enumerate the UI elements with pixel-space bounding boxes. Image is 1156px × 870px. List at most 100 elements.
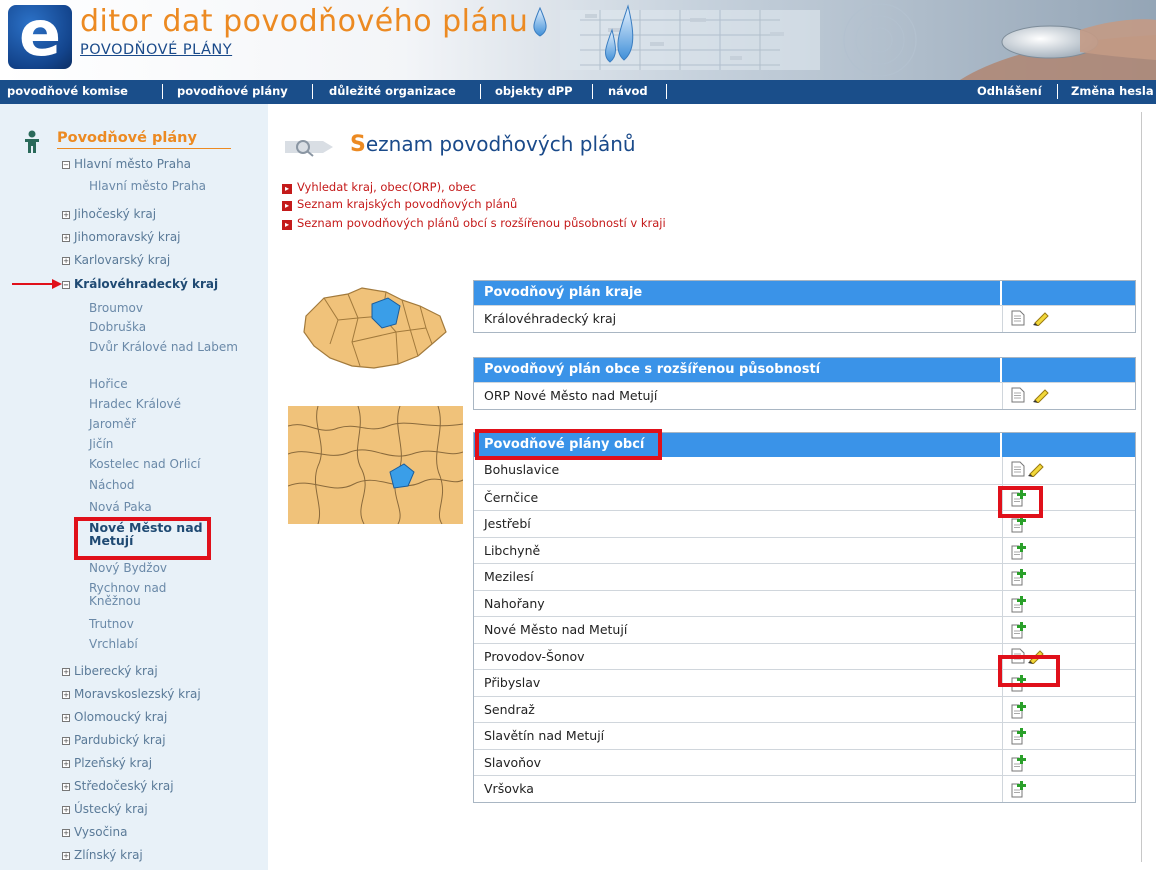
nav-dulezite-organizace[interactable]: důležité organizace [329, 84, 456, 98]
tree-child-broumov[interactable]: Broumov [89, 302, 143, 315]
link-seznam-krajskych[interactable]: ▸ Seznam krajských povodňových plánů [282, 197, 517, 211]
tree-child-dobruska[interactable]: Dobruška [89, 321, 146, 334]
tree-child-jicin[interactable]: Jičín [89, 438, 113, 451]
tree-region-plzensky[interactable]: + Plzeňský kraj [62, 756, 152, 770]
row-name: Bohuslavice [484, 462, 560, 477]
app-title: ditor dat povodňového plánu [80, 4, 529, 39]
arrow-right-icon: ▸ [282, 184, 292, 194]
link-seznam-orp[interactable]: ▸ Seznam povodňových plánů obcí s rozšíře… [282, 216, 666, 230]
row-name: Vršovka [484, 781, 534, 796]
row-actions [1011, 310, 1050, 328]
arrow-right-icon: ▸ [282, 220, 292, 230]
nav-odhlaseni[interactable]: Odhlášení [977, 84, 1042, 98]
row-actions [1011, 701, 1027, 719]
highlight-box-edit-icons [998, 655, 1060, 687]
row-actions [1011, 387, 1050, 405]
table-row: Vršovka [474, 775, 1135, 802]
row-actions [1011, 595, 1027, 613]
person-icon [25, 130, 39, 153]
add-document-icon[interactable] [1011, 542, 1027, 560]
highlight-box-sidebar [74, 517, 211, 560]
table-row: Královéhradecký kraj [474, 305, 1135, 332]
row-actions [1011, 542, 1027, 560]
tree-region-praha[interactable]: − Hlavní město Praha [62, 157, 191, 171]
row-name: Mezilesí [484, 569, 534, 584]
table-header: Povodňový plán kraje [474, 281, 1002, 305]
tree-child-rychnov[interactable]: Rychnov nad Kněžnou [89, 582, 199, 608]
add-document-icon[interactable] [1011, 701, 1027, 719]
highlight-box-table-header [475, 429, 662, 460]
nav-separator [312, 84, 313, 99]
nav-navod[interactable]: návod [608, 84, 648, 98]
table-row: Mezilesí [474, 563, 1135, 590]
search-list-icon [285, 140, 333, 157]
table-row: Nahořany [474, 589, 1135, 616]
row-actions [1011, 461, 1045, 479]
document-icon[interactable] [1011, 461, 1025, 477]
tree-child-vrchlabi[interactable]: Vrchlabí [89, 638, 138, 651]
nav-objekty-dpp[interactable]: objekty dPP [495, 84, 573, 98]
add-document-icon[interactable] [1011, 621, 1027, 639]
tree-region-jihomoravsky[interactable]: + Jihomoravský kraj [62, 230, 181, 244]
tree-child-novy-bydzov[interactable]: Nový Bydžov [89, 562, 167, 575]
tree-region-moravskoslezsky[interactable]: + Moravskoslezský kraj [62, 687, 201, 701]
row-name: Nahořany [484, 595, 545, 611]
row-name: Provodov-Šonov [484, 648, 585, 664]
logo: e [8, 3, 72, 69]
nav-separator [1057, 84, 1058, 99]
pencil-icon[interactable] [1027, 461, 1045, 477]
tree-region-vysocina[interactable]: + Vysočina [62, 825, 127, 839]
table-row: Slavoňov [474, 748, 1135, 775]
row-actions [1011, 754, 1027, 772]
page-edge [1141, 112, 1142, 862]
tree-region-pardubicky[interactable]: + Pardubický kraj [62, 733, 166, 747]
pencil-icon[interactable] [1032, 387, 1050, 403]
nav-separator [162, 84, 163, 99]
row-actions [1011, 621, 1027, 639]
tree-child-jaromer[interactable]: Jaroměř [89, 418, 136, 431]
tree-child-kostelec[interactable]: Kostelec nad Orlicí [89, 458, 200, 471]
table-row: Bohuslavice [474, 457, 1135, 484]
add-document-icon[interactable] [1011, 568, 1027, 586]
tree-child-trutnov[interactable]: Trutnov [89, 618, 134, 631]
row-name: Sendraž [484, 701, 535, 717]
tree-child-hradec-kralove[interactable]: Hradec Králové [89, 398, 181, 411]
nav-separator [592, 84, 593, 99]
tree-region-kralovehradecky[interactable]: − Královéhradecký kraj [62, 277, 218, 291]
tree-child-dvur-kralove[interactable]: Dvůr Králové nad Labem [89, 341, 249, 354]
row-name: Přibyslav [484, 675, 541, 690]
document-icon[interactable] [1011, 310, 1025, 326]
table-row: Nové Město nad Metují [474, 616, 1135, 643]
tree-child-horice[interactable]: Hořice [89, 378, 128, 391]
nav-povodnove-komise[interactable]: povodňové komise [7, 84, 128, 98]
link-vyhledat[interactable]: ▸ Vyhledat kraj, obec(ORP), obec [282, 180, 476, 194]
tree-region-karlovarsky[interactable]: + Karlovarský kraj [62, 253, 170, 267]
tree-region-liberecky[interactable]: + Liberecký kraj [62, 664, 158, 678]
tree-region-olomoucky[interactable]: + Olomoucký kraj [62, 710, 167, 724]
tree-region-zlinsky[interactable]: + Zlínský kraj [62, 848, 143, 862]
row-name: Libchyně [484, 542, 541, 558]
add-document-icon[interactable] [1011, 595, 1027, 613]
row-actions [1011, 727, 1027, 745]
table-row: ORP Nové Město nad Metují [474, 382, 1135, 409]
tree-child-nachod[interactable]: Náchod [89, 479, 135, 492]
add-document-icon[interactable] [1011, 754, 1027, 772]
add-document-icon[interactable] [1011, 727, 1027, 745]
document-icon[interactable] [1011, 387, 1025, 403]
nav-zmena-hesla[interactable]: Změna hesla [1071, 84, 1154, 98]
table-header: Povodňový plán obce s rozšířenou působno… [474, 358, 1002, 382]
sidebar-title: Povodňové plány [57, 130, 231, 149]
table-region-plan: Povodňový plán kraje Královéhradecký kra… [473, 280, 1136, 333]
nav-povodnove-plany[interactable]: povodňové plány [177, 84, 288, 98]
app-header: e ditor dat povodňového plánu POVODŇOVÉ … [0, 0, 1156, 80]
add-document-icon[interactable] [1011, 780, 1027, 798]
header-decoration [533, 3, 1156, 80]
tree-child-praha[interactable]: Hlavní město Praha [89, 180, 206, 193]
nav-separator [480, 84, 481, 99]
tree-region-stredocesky[interactable]: + Středočeský kraj [62, 779, 174, 793]
tree-region-jihocesky[interactable]: + Jihočeský kraj [62, 207, 156, 221]
tree-region-ustecky[interactable]: + Ústecký kraj [62, 802, 148, 816]
pencil-icon[interactable] [1032, 310, 1050, 326]
region-map [288, 406, 463, 524]
tree-child-nova-paka[interactable]: Nová Paka [89, 501, 152, 514]
